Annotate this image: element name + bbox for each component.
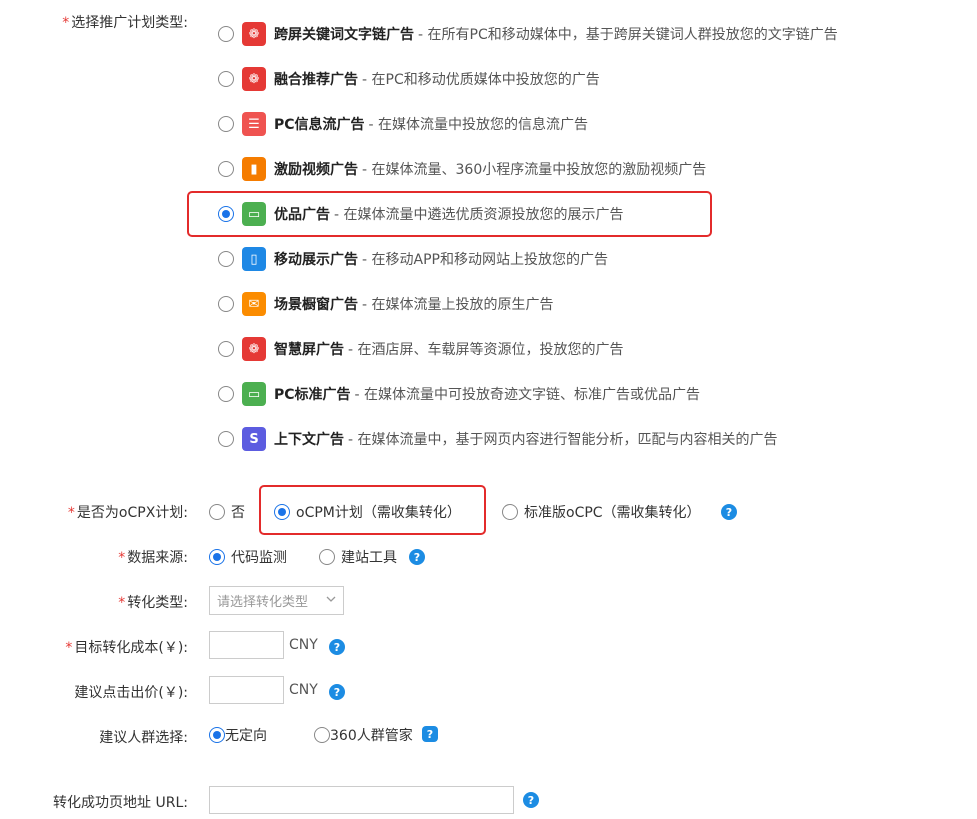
plan-option[interactable]: ✉ 场景橱窗广告 - 在媒体流量上投放的原生广告: [218, 289, 554, 319]
dragon-icon: ❁: [242, 67, 266, 91]
required-mark: *: [67, 505, 75, 521]
plan-option-desc: - 在媒体流量、360小程序流量中投放您的激励视频广告: [362, 162, 707, 178]
radio-code-monitor[interactable]: [209, 549, 225, 565]
audience-label: 建议人群选择:: [99, 730, 188, 746]
required-mark: *: [118, 595, 126, 611]
conversion-type-placeholder: 请选择转化类型: [217, 595, 309, 610]
plan-option[interactable]: ▮ 激励视频广告 - 在媒体流量、360小程序流量中投放您的激励视频广告: [218, 154, 706, 184]
monitor-icon: ▭: [242, 382, 266, 406]
required-mark: *: [118, 550, 126, 566]
plan-option-radio[interactable]: [218, 341, 234, 357]
conversion-type-select[interactable]: 请选择转化类型: [209, 586, 344, 615]
plan-option-desc: - 在所有PC和移动媒体中，基于跨屏关键词人群投放您的文字链广告: [418, 27, 838, 43]
conversion-type-label: * 转化类型:: [118, 595, 188, 611]
plan-option[interactable]: ❁ 跨屏关键词文字链广告 - 在所有PC和移动媒体中，基于跨屏关键词人群投放您的文字…: [218, 19, 838, 49]
target-cost-input[interactable]: [209, 631, 284, 659]
plan-option-radio[interactable]: [218, 161, 234, 177]
plan-option-desc: - 在媒体流量中投放您的信息流广告: [368, 117, 589, 133]
plan-option-radio[interactable]: [218, 386, 234, 402]
required-mark: *: [62, 15, 70, 31]
plan-option-name: PC标准广告: [274, 387, 351, 403]
suggested-bid-unit: CNY: [289, 682, 318, 698]
bag-icon: ✉: [242, 292, 266, 316]
help-icon[interactable]: ?: [329, 684, 345, 700]
ocpx-option-ocpc[interactable]: 标准版oCPC（需收集转化）: [502, 502, 701, 522]
plan-option-name: 跨屏关键词文字链广告: [274, 27, 414, 43]
plan-option-name: 融合推荐广告: [274, 72, 358, 88]
plan-option-radio[interactable]: [218, 296, 234, 312]
help-icon[interactable]: ?: [422, 726, 438, 742]
ocpx-option-ocpm[interactable]: oCPM计划（需收集转化）: [274, 502, 461, 522]
help-icon[interactable]: ?: [721, 504, 737, 520]
dragon-icon: ❁: [242, 337, 266, 361]
plan-option-radio[interactable]: [218, 251, 234, 267]
target-cost-unit: CNY: [289, 637, 318, 653]
plan-option-desc: - 在移动APP和移动网站上投放您的广告: [362, 252, 608, 268]
plan-option-radio[interactable]: [218, 71, 234, 87]
radio-site-tool[interactable]: [319, 549, 335, 565]
dragon-icon: ❁: [242, 22, 266, 46]
plan-option-name: 场景橱窗广告: [274, 297, 358, 313]
plan-option-name: 激励视频广告: [274, 162, 358, 178]
plan-option[interactable]: ☰ PC信息流广告 - 在媒体流量中投放您的信息流广告: [218, 109, 588, 139]
radio-ocpx-ocpc[interactable]: [502, 504, 518, 520]
radio-audience-none[interactable]: [209, 727, 225, 743]
plan-option[interactable]: ❁ 融合推荐广告 - 在PC和移动优质媒体中投放您的广告: [218, 64, 600, 94]
data-source-option-code[interactable]: 代码监测: [209, 547, 287, 567]
plan-option[interactable]: ❁ 智慧屏广告 - 在酒店屏、车载屏等资源位，投放您的广告: [218, 334, 624, 364]
help-icon[interactable]: ?: [329, 639, 345, 655]
plan-option[interactable]: ▯ 移动展示广告 - 在移动APP和移动网站上投放您的广告: [218, 244, 608, 274]
video-icon: ▮: [242, 157, 266, 181]
help-icon[interactable]: ?: [523, 792, 539, 808]
suggested-bid-input[interactable]: [209, 676, 284, 704]
ocpx-option-no[interactable]: 否: [209, 502, 245, 522]
data-source-option-site[interactable]: 建站工具: [319, 547, 397, 567]
plan-option-radio[interactable]: [218, 431, 234, 447]
help-icon[interactable]: ?: [409, 549, 425, 565]
target-cost-label: * 目标转化成本(￥):: [65, 640, 188, 656]
success-url-label: 转化成功页地址 URL:: [53, 795, 188, 811]
required-mark: *: [65, 640, 73, 656]
plan-option-desc: - 在媒体流量中，基于网页内容进行智能分析，匹配与内容相关的广告: [348, 432, 778, 448]
ocpx-label: * 是否为oCPX计划:: [67, 505, 188, 521]
list-icon: ☰: [242, 112, 266, 136]
plan-option[interactable]: ▭ PC标准广告 - 在媒体流量中可投放奇迹文字链、标准广告或优品广告: [218, 379, 700, 409]
plan-option-name: 上下文广告: [274, 432, 344, 448]
audience-option-360[interactable]: 360人群管家: [314, 725, 413, 745]
plan-option-name: PC信息流广告: [274, 117, 365, 133]
plan-option-desc: - 在媒体流量中可投放奇迹文字链、标准广告或优品广告: [354, 387, 701, 403]
plan-option-desc: - 在媒体流量上投放的原生广告: [362, 297, 554, 313]
highlight-box-youpin: [187, 191, 712, 237]
plan-option-name: 智慧屏广告: [274, 342, 344, 358]
plan-option[interactable]: S 上下文广告 - 在媒体流量中，基于网页内容进行智能分析，匹配与内容相关的广告: [218, 424, 778, 454]
radio-audience-360[interactable]: [314, 727, 330, 743]
plan-option-name: 移动展示广告: [274, 252, 358, 268]
plan-option-radio[interactable]: [218, 116, 234, 132]
suggested-bid-label: 建议点击出价(￥):: [74, 685, 188, 701]
mobile-icon: ▯: [242, 247, 266, 271]
radio-ocpx-ocpm[interactable]: [274, 504, 290, 520]
chevron-down-icon: [326, 596, 336, 602]
plan-option-desc: - 在PC和移动优质媒体中投放您的广告: [362, 72, 600, 88]
audience-option-none[interactable]: 无定向: [209, 725, 267, 745]
data-source-label: * 数据来源:: [118, 550, 188, 566]
plan-type-label: * 选择推广计划类型:: [62, 15, 188, 31]
success-url-input[interactable]: [209, 786, 514, 814]
plan-option-radio[interactable]: [218, 26, 234, 42]
context-icon: S: [242, 427, 266, 451]
plan-option-desc: - 在酒店屏、车载屏等资源位，投放您的广告: [348, 342, 624, 358]
radio-ocpx-no[interactable]: [209, 504, 225, 520]
